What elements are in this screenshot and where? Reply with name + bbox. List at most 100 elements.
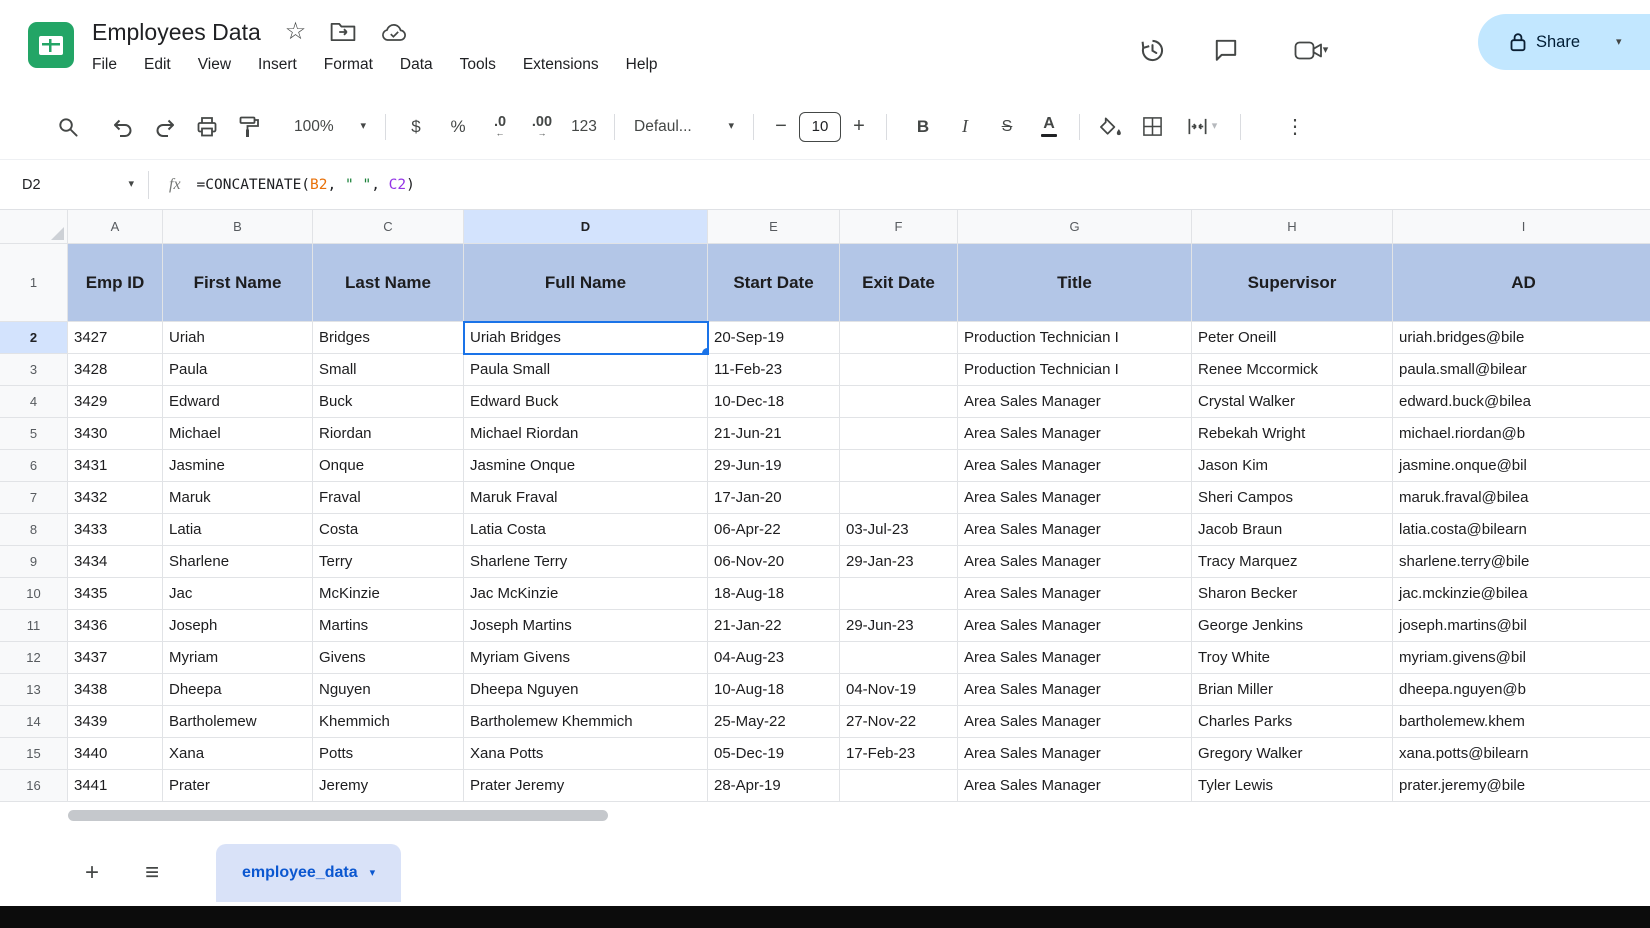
cell-D9[interactable]: Sharlene Terry [464,546,708,578]
cell-F1[interactable]: Exit Date [840,244,958,322]
cell-I13[interactable]: dheepa.nguyen@b [1393,674,1650,706]
cell-A6[interactable]: 3431 [68,450,163,482]
cell-C8[interactable]: Costa [313,514,464,546]
cell-D2-active[interactable]: Uriah Bridges [464,322,708,354]
cell-H16[interactable]: Tyler Lewis [1192,770,1393,802]
name-box-caret-icon[interactable]: ▾ [128,179,134,190]
cell-F12[interactable] [840,642,958,674]
cell-C11[interactable]: Martins [313,610,464,642]
cell-G11[interactable]: Area Sales Manager [958,610,1192,642]
cell-I9[interactable]: sharlene.terry@bile [1393,546,1650,578]
font-size-input[interactable]: 10 [799,112,841,142]
cell-E13[interactable]: 10-Aug-18 [708,674,840,706]
row-header-15[interactable]: 15 [0,738,68,770]
cell-D6[interactable]: Jasmine Onque [464,450,708,482]
cell-I4[interactable]: edward.buck@bilea [1393,386,1650,418]
cell-G8[interactable]: Area Sales Manager [958,514,1192,546]
document-title[interactable]: Employees Data [92,19,261,46]
cell-E4[interactable]: 10-Dec-18 [708,386,840,418]
text-color-button[interactable]: A [1028,107,1070,147]
menu-insert[interactable]: Insert [258,56,297,74]
cell-E16[interactable]: 28-Apr-19 [708,770,840,802]
cell-B10[interactable]: Jac [163,578,313,610]
cell-D13[interactable]: Dheepa Nguyen [464,674,708,706]
cell-A15[interactable]: 3440 [68,738,163,770]
cell-H7[interactable]: Sheri Campos [1192,482,1393,514]
cell-A8[interactable]: 3433 [68,514,163,546]
cell-G5[interactable]: Area Sales Manager [958,418,1192,450]
cell-G9[interactable]: Area Sales Manager [958,546,1192,578]
cell-G4[interactable]: Area Sales Manager [958,386,1192,418]
cell-D10[interactable]: Jac McKinzie [464,578,708,610]
decrease-font-size-button[interactable]: − [763,107,799,147]
fill-handle[interactable] [702,348,708,354]
cell-F14[interactable]: 27-Nov-22 [840,706,958,738]
cell-E11[interactable]: 21-Jan-22 [708,610,840,642]
cell-B16[interactable]: Prater [163,770,313,802]
strikethrough-button[interactable]: S [986,107,1028,147]
add-sheet-button[interactable]: + [70,851,114,895]
version-history-button[interactable] [1130,28,1174,72]
cell-D16[interactable]: Prater Jeremy [464,770,708,802]
move-to-folder-icon[interactable] [330,21,356,43]
search-button[interactable] [46,107,88,147]
borders-button[interactable] [1131,107,1173,147]
cell-B14[interactable]: Bartholemew [163,706,313,738]
cell-A9[interactable]: 3434 [68,546,163,578]
column-header-B[interactable]: B [163,210,313,244]
cell-E9[interactable]: 06-Nov-20 [708,546,840,578]
column-header-C[interactable]: C [313,210,464,244]
cell-F7[interactable] [840,482,958,514]
cell-A1[interactable]: Emp ID [68,244,163,322]
star-icon[interactable]: ☆ [285,20,307,44]
column-header-I[interactable]: I [1393,210,1650,244]
cell-C12[interactable]: Givens [313,642,464,674]
name-box[interactable]: D2 ▾ [0,177,148,193]
cell-G10[interactable]: Area Sales Manager [958,578,1192,610]
cell-F6[interactable] [840,450,958,482]
comments-button[interactable] [1204,28,1248,72]
cell-I5[interactable]: michael.riordan@b [1393,418,1650,450]
cell-B7[interactable]: Maruk [163,482,313,514]
cell-H1[interactable]: Supervisor [1192,244,1393,322]
italic-button[interactable]: I [944,107,986,147]
cell-B8[interactable]: Latia [163,514,313,546]
row-header-5[interactable]: 5 [0,418,68,450]
cell-I11[interactable]: joseph.martins@bil [1393,610,1650,642]
sheet-tab-caret-icon[interactable]: ▾ [370,868,376,879]
cell-B13[interactable]: Dheepa [163,674,313,706]
cell-D8[interactable]: Latia Costa [464,514,708,546]
format-percent-button[interactable]: % [437,107,479,147]
paint-format-button[interactable] [228,107,270,147]
cell-D3[interactable]: Paula Small [464,354,708,386]
cell-B4[interactable]: Edward [163,386,313,418]
cell-A10[interactable]: 3435 [68,578,163,610]
cell-I1[interactable]: AD [1393,244,1650,322]
row-header-12[interactable]: 12 [0,642,68,674]
increase-font-size-button[interactable]: + [841,107,877,147]
menu-format[interactable]: Format [324,56,373,74]
cell-I12[interactable]: myriam.givens@bil [1393,642,1650,674]
cell-C1[interactable]: Last Name [313,244,464,322]
column-header-A[interactable]: A [68,210,163,244]
cell-I7[interactable]: maruk.fraval@bilea [1393,482,1650,514]
cell-C10[interactable]: McKinzie [313,578,464,610]
cell-H15[interactable]: Gregory Walker [1192,738,1393,770]
row-header-16[interactable]: 16 [0,770,68,802]
cell-F3[interactable] [840,354,958,386]
cell-G1[interactable]: Title [958,244,1192,322]
cell-A16[interactable]: 3441 [68,770,163,802]
bold-button[interactable]: B [902,107,944,147]
number-format-button[interactable]: 123 [563,107,605,147]
cell-E8[interactable]: 06-Apr-22 [708,514,840,546]
cell-D14[interactable]: Bartholemew Khemmich [464,706,708,738]
cell-F16[interactable] [840,770,958,802]
share-dropdown-caret-icon[interactable]: ▾ [1616,37,1622,48]
cell-F10[interactable] [840,578,958,610]
cell-C7[interactable]: Fraval [313,482,464,514]
cell-D4[interactable]: Edward Buck [464,386,708,418]
cell-H3[interactable]: Renee Mccormick [1192,354,1393,386]
cell-I3[interactable]: paula.small@bilear [1393,354,1650,386]
decrease-decimal-button[interactable]: .0← [479,107,521,147]
cell-A11[interactable]: 3436 [68,610,163,642]
